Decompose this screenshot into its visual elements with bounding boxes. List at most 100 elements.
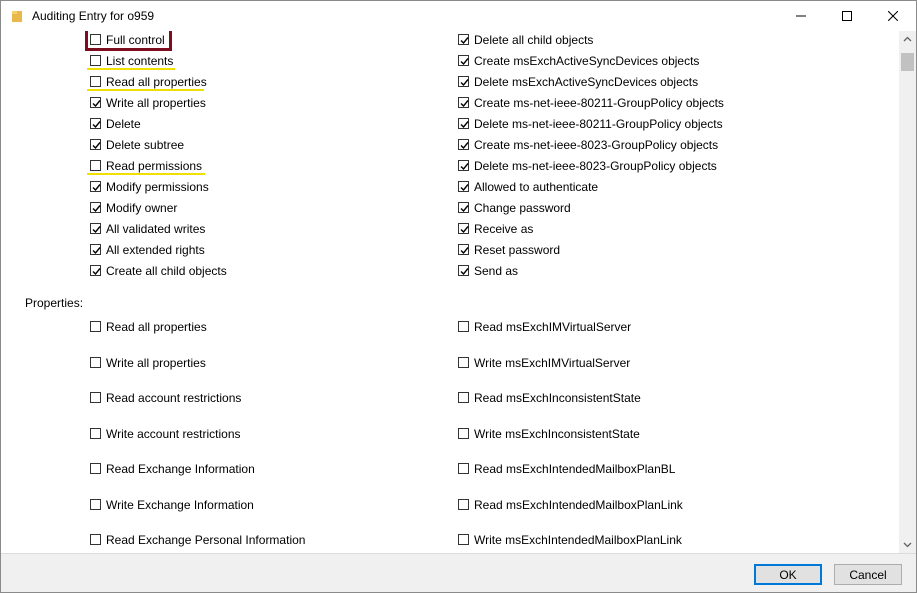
checkbox-label: List contents [106, 54, 174, 68]
checkmark-icon [460, 37, 469, 45]
checkbox-unchecked[interactable] [90, 356, 101, 368]
checkbox-unchecked[interactable] [458, 534, 469, 545]
checkbox-checked[interactable] [458, 244, 469, 255]
checkbox-unchecked[interactable] [90, 55, 101, 66]
checkbox-unchecked[interactable] [90, 392, 101, 403]
checkbox-label: Read all properties [106, 75, 207, 89]
checkbox-label: Read msExchIntendedMailboxPlanBL [474, 462, 676, 476]
checkbox-checked[interactable] [458, 265, 469, 276]
minimize-button[interactable] [778, 1, 824, 31]
checkmark-icon [92, 226, 101, 234]
checkbox-label: Receive as [474, 222, 534, 236]
checkbox-unchecked[interactable] [90, 498, 101, 510]
checkbox-checked[interactable] [458, 160, 469, 171]
auditing-entry-window: Auditing Entry for o959 Properties: Full… [0, 0, 917, 593]
chevron-down-icon [903, 542, 912, 548]
cancel-button[interactable]: Cancel [834, 564, 902, 585]
checkbox-checked[interactable] [458, 34, 469, 45]
checkmark-icon [92, 247, 101, 255]
checkbox-unchecked[interactable] [458, 356, 469, 368]
folder-icon [11, 9, 23, 23]
checkbox-checked[interactable] [458, 97, 469, 108]
checkbox-unchecked[interactable] [458, 427, 469, 439]
checkbox-label: Delete [106, 117, 141, 131]
dialog-footer: OK Cancel [1, 553, 916, 592]
chevron-up-icon [903, 36, 912, 42]
checkmark-icon [92, 205, 101, 213]
checkbox-label: Write Exchange Information [106, 497, 254, 512]
checkbox-label: Read account restrictions [106, 391, 242, 405]
checkbox-checked[interactable] [90, 97, 101, 108]
checkbox-label: Change password [474, 201, 571, 215]
checkmark-icon [460, 121, 469, 129]
vertical-scrollbar[interactable] [899, 31, 916, 553]
checkbox-unchecked[interactable] [90, 321, 101, 332]
checkbox-unchecked[interactable] [90, 427, 101, 439]
checkbox-unchecked[interactable] [90, 534, 101, 545]
checkbox-checked[interactable] [90, 139, 101, 150]
checkbox-checked[interactable] [90, 223, 101, 234]
checkbox-label: Write account restrictions [106, 426, 241, 441]
checkbox-label: Read msExchIMVirtualServer [474, 320, 632, 334]
checkbox-label: Delete all child objects [474, 33, 594, 47]
checkbox-checked[interactable] [90, 265, 101, 276]
checkmark-icon [460, 142, 469, 150]
checkbox-checked[interactable] [458, 139, 469, 150]
scroll-up-button[interactable] [899, 31, 916, 48]
close-button[interactable] [870, 1, 916, 31]
checkbox-label: Modify permissions [106, 180, 209, 194]
window-title: Auditing Entry for o959 [32, 9, 155, 23]
checkbox-unchecked[interactable] [90, 76, 101, 87]
checkbox-label: Write msExchIntendedMailboxPlanLink [474, 533, 682, 547]
maximize-icon [842, 11, 852, 21]
checkbox-checked[interactable] [458, 55, 469, 66]
checkbox-label: Send as [474, 264, 519, 278]
checkbox-label: Delete ms-net-ieee-80211-GroupPolicy obj… [474, 117, 723, 131]
checkbox-checked[interactable] [90, 202, 101, 213]
checkbox-unchecked[interactable] [458, 392, 469, 403]
checkmark-icon [460, 184, 469, 192]
checkbox-checked[interactable] [90, 244, 101, 255]
checkbox-unchecked[interactable] [458, 463, 469, 474]
checkbox-checked[interactable] [458, 76, 469, 87]
close-icon [888, 11, 898, 21]
checkbox-unchecked[interactable] [90, 160, 101, 171]
checkmark-icon [92, 142, 101, 150]
checkbox-label: Read msExchIntendedMailboxPlanLink [474, 497, 683, 512]
checkmark-icon [92, 268, 101, 276]
checkbox-unchecked[interactable] [458, 321, 469, 332]
ok-button[interactable]: OK [754, 564, 822, 585]
checkmark-icon [92, 121, 101, 129]
checkbox-checked[interactable] [90, 181, 101, 192]
checkbox-unchecked[interactable] [90, 463, 101, 474]
checkmark-icon [460, 268, 469, 276]
checkbox-label: Allowed to authenticate [474, 180, 599, 194]
checkbox-unchecked[interactable] [458, 498, 469, 510]
scroll-down-button[interactable] [899, 536, 916, 553]
checkbox-checked[interactable] [90, 118, 101, 129]
checkmark-icon [460, 205, 469, 213]
maximize-button[interactable] [824, 1, 870, 31]
checkmark-icon [460, 100, 469, 108]
checkbox-checked[interactable] [458, 202, 469, 213]
checkbox-checked[interactable] [458, 181, 469, 192]
checkbox-label: Read Exchange Information [106, 462, 255, 476]
permissions-panel: Properties: Full control List contents Rea… [1, 31, 899, 553]
checkbox-label: Create all child objects [106, 264, 227, 278]
checkbox-label: All validated writes [106, 222, 206, 236]
checkmark-icon [92, 184, 101, 192]
scrollbar-thumb[interactable] [901, 53, 914, 71]
checkbox-label: Modify owner [106, 201, 178, 215]
checkbox-label: Write all properties [106, 355, 206, 370]
checkbox-checked[interactable] [458, 118, 469, 129]
checkmark-icon [460, 226, 469, 234]
checkbox-unchecked[interactable] [90, 34, 101, 45]
checkbox-checked[interactable] [458, 223, 469, 234]
checkbox-label: Read all properties [106, 320, 207, 334]
checkbox-label: Delete subtree [106, 138, 185, 152]
minimize-icon [796, 15, 806, 17]
checkbox-label: Reset password [474, 243, 561, 257]
checkmark-icon [92, 100, 101, 108]
checkbox-label: Read permissions [106, 159, 203, 173]
checkbox-label: Delete msExchActiveSyncDevices objects [474, 75, 699, 89]
